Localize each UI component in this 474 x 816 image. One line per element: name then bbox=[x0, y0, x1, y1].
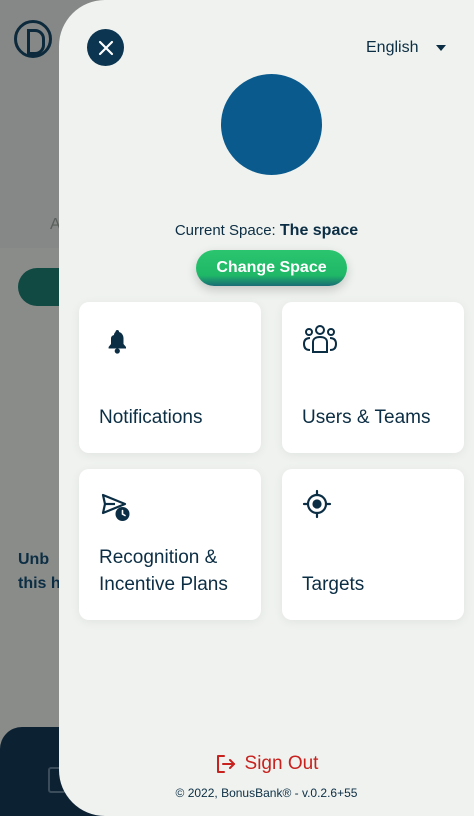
change-space-button[interactable]: Change Space bbox=[196, 250, 347, 286]
language-value: English bbox=[366, 39, 419, 56]
recognition-plans-card[interactable]: Recognition & Incentive Plans bbox=[79, 469, 261, 620]
current-space-name: The space bbox=[279, 222, 359, 239]
current-space-label: Current Space: bbox=[174, 222, 276, 239]
avatar[interactable] bbox=[221, 74, 322, 175]
users-icon bbox=[302, 325, 338, 353]
users-teams-card[interactable]: Users & Teams bbox=[282, 302, 464, 453]
footer-copyright: © 2022, BonusBank® - v.0.2.6+55 bbox=[175, 786, 358, 800]
chevron-down-icon bbox=[436, 45, 447, 51]
card-label: Targets bbox=[302, 574, 365, 595]
sign-out-icon bbox=[216, 755, 235, 773]
send-clock-icon bbox=[101, 493, 130, 521]
card-label: Users & Teams bbox=[302, 407, 431, 428]
close-button[interactable] bbox=[87, 29, 124, 66]
side-drawer: English Current Space: The space Change … bbox=[59, 0, 474, 816]
app-logo bbox=[14, 20, 52, 58]
targets-card[interactable]: Targets bbox=[282, 469, 464, 620]
card-label: Recognition & Incentive Plans bbox=[99, 547, 228, 595]
language-select[interactable]: English bbox=[366, 39, 447, 57]
close-icon bbox=[98, 40, 113, 55]
sign-out-button[interactable]: Sign Out bbox=[59, 753, 474, 775]
sign-out-label: Sign Out bbox=[244, 753, 319, 774]
current-space: Current Space: The space bbox=[59, 222, 474, 240]
card-label: Notifications bbox=[99, 407, 203, 428]
notifications-card[interactable]: Notifications bbox=[79, 302, 261, 453]
background-text: Unb this h bbox=[18, 551, 61, 592]
target-icon bbox=[302, 489, 332, 519]
bell-icon bbox=[108, 330, 126, 354]
